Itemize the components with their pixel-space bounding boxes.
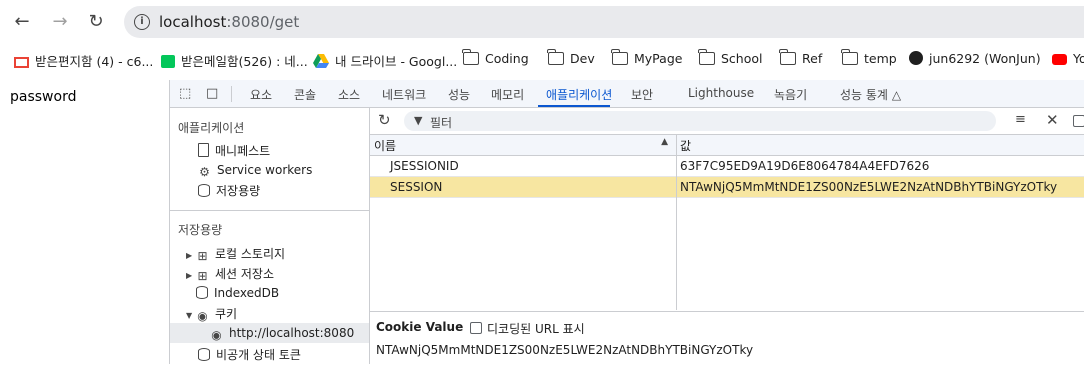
application-sidebar: 애플리케이션 매니페스트 ⚙ Service workers 저장용량 저장용량 … [170, 108, 370, 364]
folder-icon [547, 49, 564, 65]
filter-input[interactable]: ▼ 필터 [404, 111, 996, 131]
expand-arrow-icon[interactable]: ▶ [186, 251, 196, 260]
bookmark-dev[interactable]: Dev [547, 49, 595, 66]
column-header-value[interactable]: 값 [676, 135, 1084, 156]
close-icon[interactable]: ✕ [1046, 111, 1059, 129]
cookie-name: SESSION [370, 176, 676, 198]
gmail-icon [14, 57, 29, 68]
sidebar-item-local-storage[interactable]: ▶ ⊞ 로컬 스토리지 [186, 245, 285, 263]
gear-icon: ⚙ [199, 165, 210, 179]
cookie-value-panel: Cookie Value 디코딩된 URL 표시 NTAwNjQ5MmMtNDE… [370, 311, 1084, 365]
flask-icon: △ [891, 88, 902, 102]
cookie-value-label: Cookie Value [376, 320, 464, 334]
tab-memory[interactable]: 메모리 [491, 86, 524, 103]
show-decoded-url-toggle[interactable]: 디코딩된 URL 표시 [470, 320, 585, 337]
bookmark-temp[interactable]: temp [841, 49, 897, 66]
inspect-element-icon[interactable]: ⬚ [179, 86, 191, 101]
cookie-value-text: NTAwNjQ5MmMtNDE1ZS00NzE5LWE2NzAtNDBhYTBi… [376, 343, 754, 357]
sidebar-divider [170, 210, 369, 211]
table-icon: ⊞ [197, 269, 208, 283]
column-header-name[interactable]: 이름 ▲ [370, 135, 676, 156]
folder-icon [698, 49, 715, 65]
info-icon[interactable]: i [134, 14, 150, 30]
bookmarks-bar: 받은편지함 (4) - c6... 받은메일함(526) : 네... 내 드라… [0, 44, 1084, 76]
table-header-row: 이름 ▲ 값 [370, 135, 1084, 156]
folder-icon [779, 49, 796, 65]
sidebar-item-private-state-tokens[interactable]: 비공개 상태 토큰 [198, 346, 301, 363]
sidebar-item-indexeddb[interactable]: IndexedDB [196, 286, 279, 300]
sidebar-item-cookie-origin[interactable]: ◉ http://localhost:8080 [210, 326, 354, 342]
folder-icon [462, 49, 479, 65]
filter-funnel-icon: ▼ [414, 114, 423, 127]
cookie-icon: ◉ [197, 309, 208, 323]
sort-arrow-icon: ▲ [661, 136, 668, 147]
forward-arrow-icon[interactable]: → [48, 10, 72, 34]
mail-icon [161, 55, 175, 68]
bookmark-github[interactable]: jun6292 (WonJun) [909, 51, 1041, 66]
sidebar-header-application: 애플리케이션 [178, 121, 245, 135]
tab-divider [231, 86, 232, 102]
tab-network[interactable]: 네트워크 [382, 86, 426, 103]
cookie-name: JSESSIONID [370, 155, 676, 177]
folder-icon [611, 49, 628, 65]
sidebar-item-service-workers[interactable]: ⚙ Service workers [198, 163, 312, 179]
cookies-main-panel: ↻ ▼ 필터 ≡ ✕ 이름 ▲ 값 JSESSIONID 63F7C95ED9A1… [370, 108, 1084, 365]
table-row[interactable]: JSESSIONID 63F7C95ED9A19D6E8064784A4EFD7… [370, 155, 1084, 177]
bookmark-gmail[interactable]: 받은편지함 (4) - c6... [14, 51, 153, 70]
tab-performance[interactable]: 성능 [448, 86, 470, 103]
table-icon: ⊞ [197, 249, 208, 263]
checkbox[interactable] [470, 322, 482, 334]
bookmark-school[interactable]: School [698, 49, 763, 66]
sidebar-item-storage[interactable]: 저장용량 [198, 182, 260, 199]
devtools-panel: ⬚ □ 요소 콘솔 소스 네트워크 성능 메모리 애플리케이션 보안 Light… [169, 80, 1084, 365]
bookmark-mypage[interactable]: MyPage [611, 49, 682, 66]
tab-lighthouse[interactable]: Lighthouse [688, 86, 754, 100]
cookie-value: 63F7C95ED9A19D6E8064784A4EFD7626 [676, 155, 1084, 177]
expand-arrow-icon[interactable]: ▶ [186, 271, 196, 280]
sidebar-item-cookies[interactable]: ▼ ◉ 쿠키 [186, 305, 237, 323]
tab-recorder[interactable]: 녹음기 [774, 86, 807, 103]
tab-elements[interactable]: 요소 [250, 86, 272, 103]
database-icon [198, 348, 210, 361]
database-icon [196, 286, 208, 299]
youtube-icon [1052, 54, 1067, 65]
bookmark-ref[interactable]: Ref [779, 49, 822, 66]
clear-filtered-icon[interactable]: ≡ [1015, 112, 1026, 127]
url-text[interactable]: localhost:8080/get [159, 13, 299, 31]
tab-console[interactable]: 콘솔 [294, 86, 316, 103]
collapse-arrow-icon[interactable]: ▼ [186, 311, 196, 320]
browser-toolbar: ← → ↻ i localhost:8080/get [0, 0, 1084, 44]
github-icon [909, 51, 923, 65]
address-bar[interactable]: i localhost:8080/get [124, 6, 1084, 38]
table-row-selected[interactable]: SESSION NTAwNjQ5MmMtNDE1ZS00NzE5LWE2NzAt… [370, 176, 1084, 198]
sidebar-item-session-storage[interactable]: ▶ ⊞ 세션 저장소 [186, 265, 274, 283]
column-divider[interactable] [676, 135, 677, 310]
tab-application[interactable]: 애플리케이션 [546, 86, 612, 103]
bookmark-drive[interactable]: 내 드라이브 - Googl... [313, 51, 457, 70]
bookmark-naver-mail[interactable]: 받은메일함(526) : 네... [161, 51, 308, 70]
device-toolbar-icon[interactable]: □ [206, 86, 218, 101]
back-arrow-icon[interactable]: ← [10, 10, 34, 34]
page-body-text: password [10, 89, 77, 105]
cookies-table: 이름 ▲ 값 JSESSIONID 63F7C95ED9A19D6E8064784… [370, 135, 1084, 198]
sidebar-header-storage: 저장용량 [178, 223, 223, 237]
filter-toolbar: ↻ ▼ 필터 ≡ ✕ [370, 108, 1084, 135]
document-icon [198, 143, 209, 157]
bookmark-youtube[interactable]: Yo [1052, 51, 1084, 66]
tab-performance-insights[interactable]: 성능 통계 △ [840, 86, 901, 103]
checkbox[interactable] [1073, 115, 1084, 127]
reload-icon[interactable]: ↻ [84, 10, 108, 34]
devtools-tabbar: ⬚ □ 요소 콘솔 소스 네트워크 성능 메모리 애플리케이션 보안 Light… [170, 80, 1084, 108]
folder-icon [841, 49, 858, 65]
active-tab-indicator [538, 105, 610, 107]
tab-sources[interactable]: 소스 [338, 86, 360, 103]
refresh-icon[interactable]: ↻ [378, 111, 391, 129]
cookie-icon: ◉ [211, 328, 222, 342]
bookmark-coding[interactable]: Coding [462, 49, 529, 66]
tab-security[interactable]: 보안 [631, 86, 653, 103]
sidebar-item-manifest[interactable]: 매니페스트 [198, 142, 270, 159]
database-icon [198, 184, 210, 197]
cookie-value: NTAwNjQ5MmMtNDE1ZS00NzE5LWE2NzAtNDBhYTBi… [676, 176, 1084, 198]
drive-icon [313, 54, 329, 68]
